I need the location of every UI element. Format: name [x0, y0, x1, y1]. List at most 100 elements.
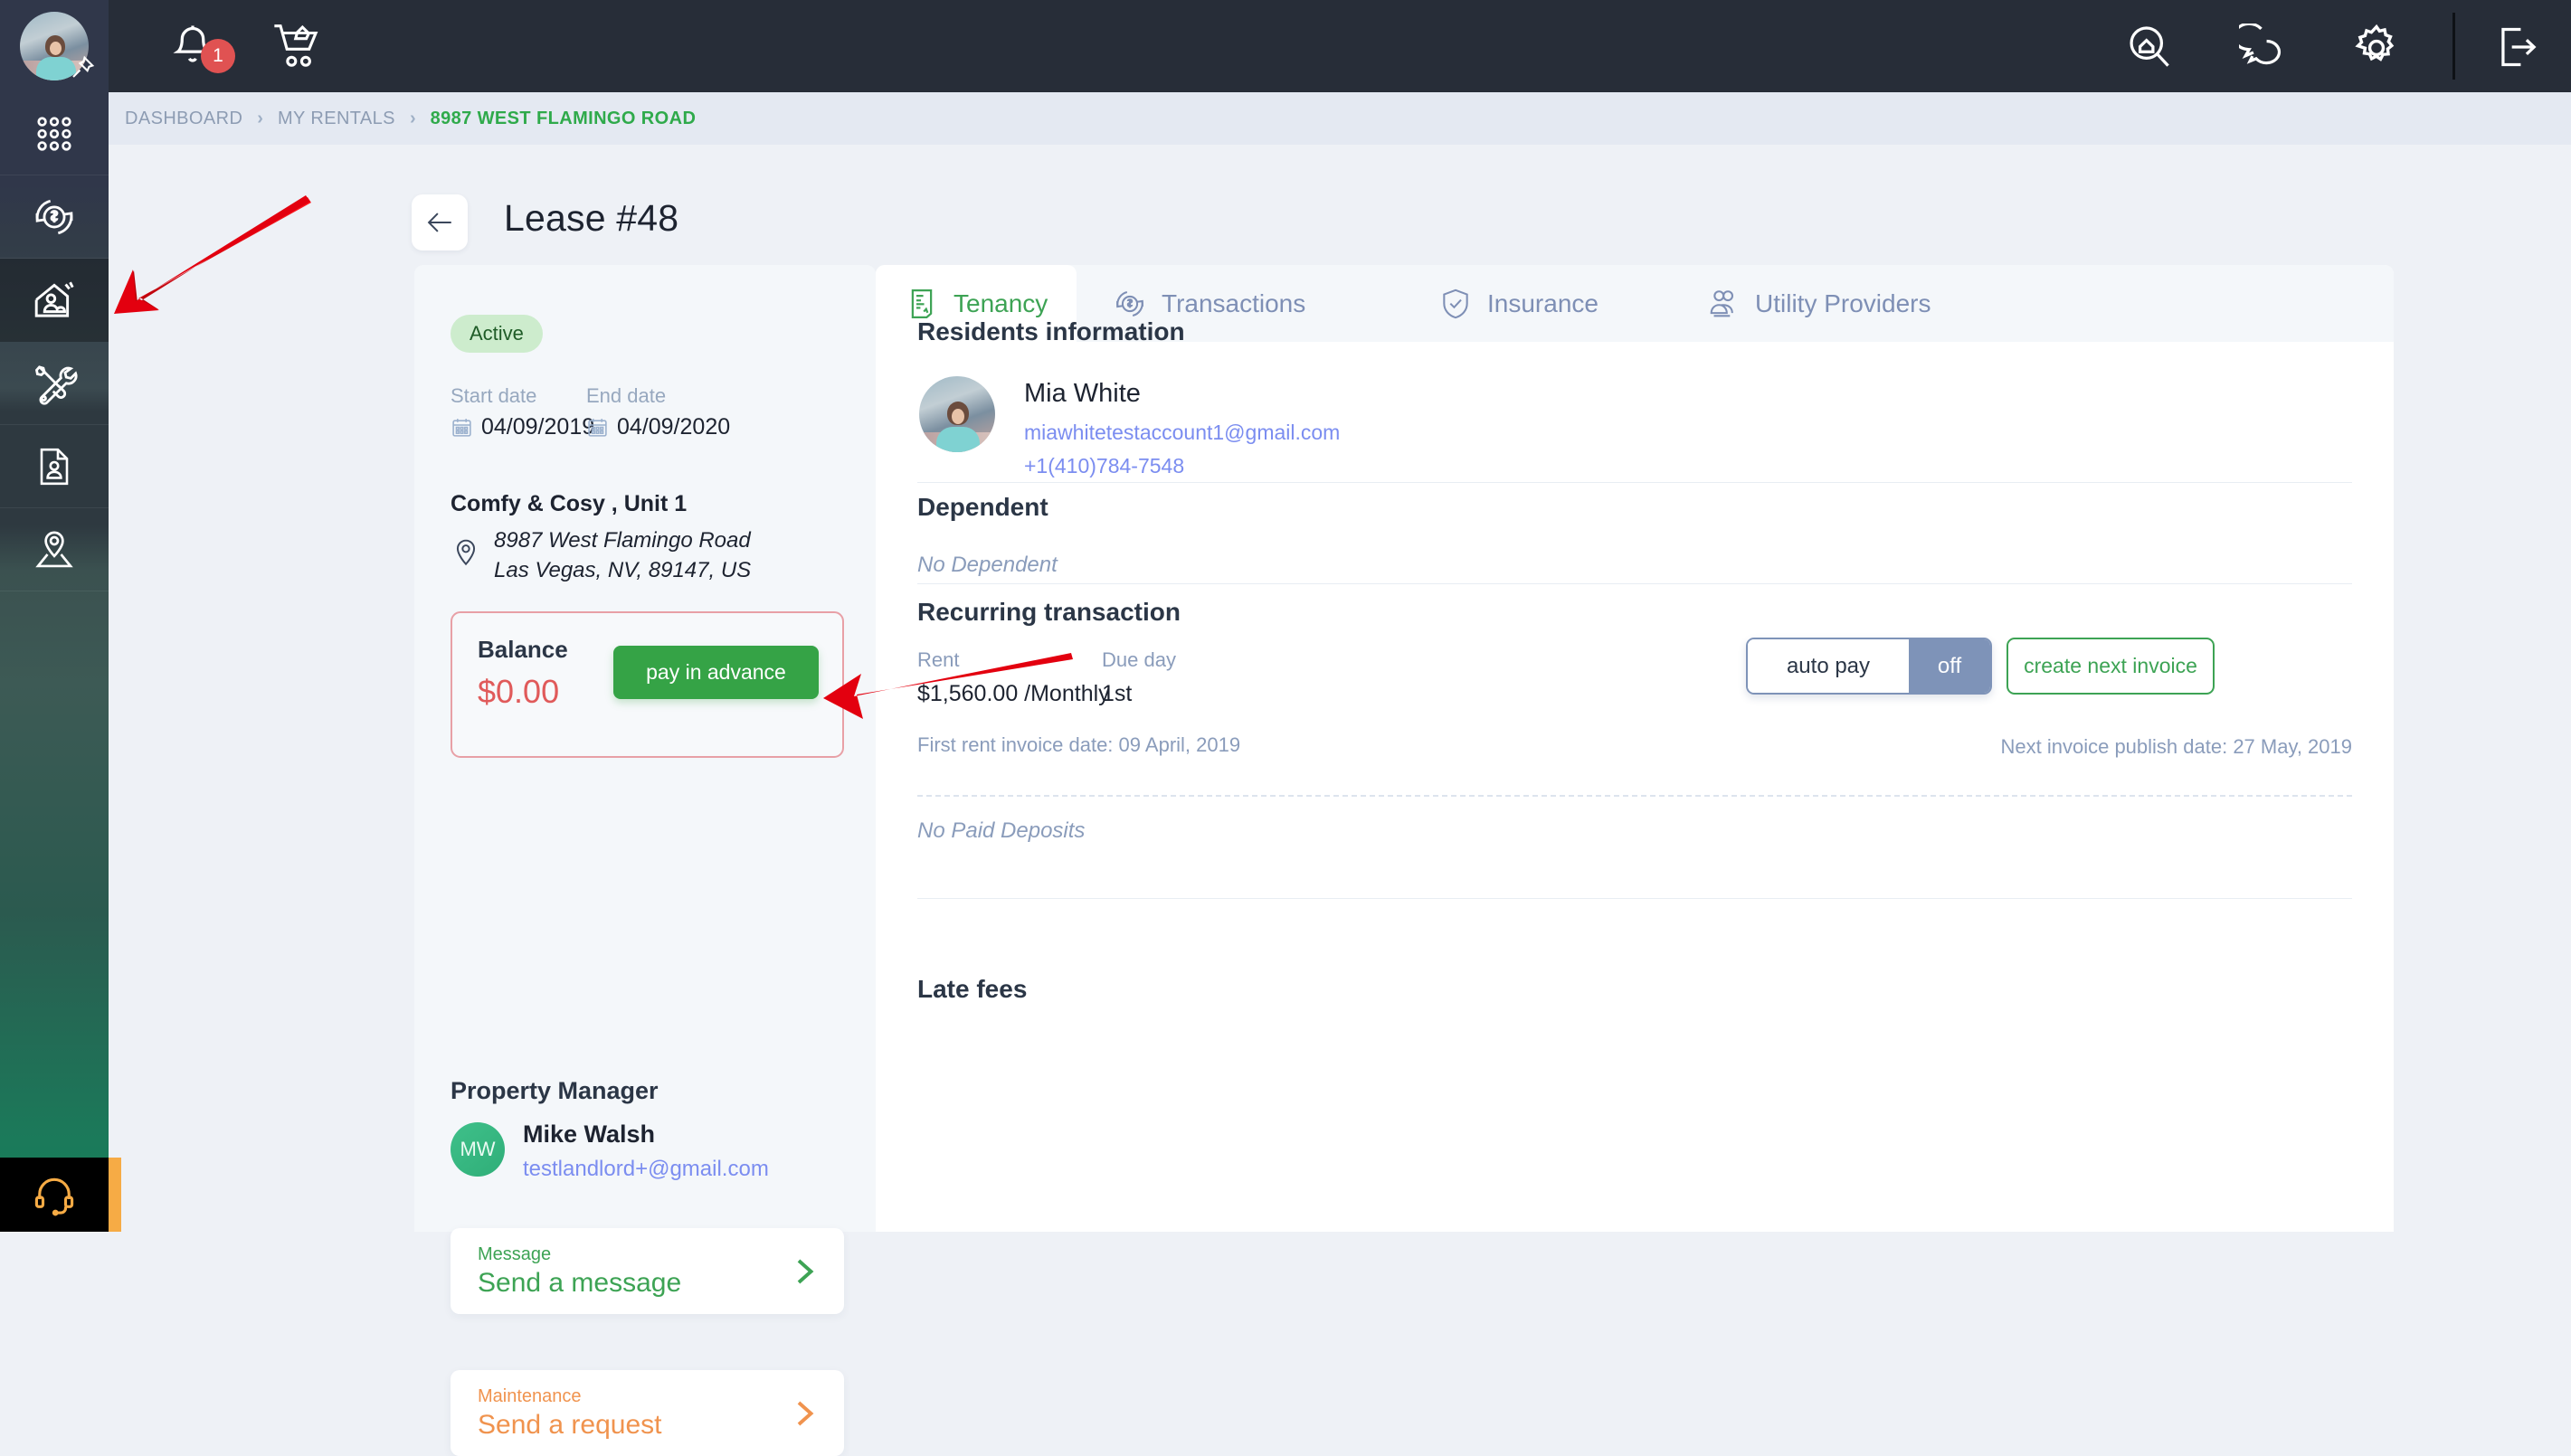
- message-card-action: Send a message: [478, 1268, 682, 1298]
- cart-icon[interactable]: [271, 20, 324, 72]
- map-location-icon: [35, 530, 73, 567]
- due-day-label: Due day: [1102, 648, 1176, 671]
- calendar-icon: [588, 419, 607, 437]
- chevron-right-icon: [797, 1259, 814, 1284]
- resident-phone[interactable]: +1(410)784-7548: [1024, 454, 1184, 478]
- search-home-icon[interactable]: [2126, 24, 2173, 71]
- end-date-label: End date: [586, 384, 667, 407]
- auto-pay-label: auto pay: [1748, 639, 1909, 693]
- maintenance-icon: [34, 364, 78, 405]
- residents-information-title: Residents information: [917, 317, 1185, 345]
- sidebar-item-map[interactable]: [0, 508, 109, 591]
- location-pin-icon: [456, 539, 476, 566]
- paid-deposits-empty-text: No Paid Deposits: [917, 818, 1086, 843]
- property-name: Comfy & Cosy , Unit 1: [451, 491, 688, 516]
- balance-card: Balance $0.00 pay in advance: [451, 611, 844, 758]
- chat-bubbles-icon[interactable]: [2239, 24, 2290, 72]
- tab-label: Transactions: [1162, 288, 1306, 317]
- calendar-icon: [452, 419, 471, 437]
- balance-label: Balance: [478, 636, 568, 663]
- top-bar: 1: [0, 0, 2571, 92]
- dependent-empty-text: No Dependent: [917, 553, 1058, 577]
- start-date-value: 04/09/2019: [481, 414, 595, 440]
- breadcrumb-separator: ›: [257, 108, 263, 128]
- maintenance-card-action: Send a request: [478, 1410, 662, 1440]
- section-divider-dashed: [917, 795, 2352, 797]
- tab-label: Insurance: [1487, 288, 1599, 317]
- tab-label: Tenancy: [953, 288, 1048, 317]
- page-title: Lease #48: [504, 197, 679, 239]
- document-lease-icon: [911, 288, 933, 318]
- sidebar-item-apps[interactable]: [0, 92, 109, 175]
- end-date-value: 04/09/2020: [617, 414, 731, 440]
- documents-icon: [40, 448, 69, 485]
- create-next-invoice-button[interactable]: create next invoice: [2007, 638, 2215, 695]
- gear-icon[interactable]: [2352, 24, 2401, 72]
- sidebar-item-transactions[interactable]: [0, 175, 109, 259]
- late-fees-title: Late fees: [917, 975, 1028, 1003]
- page-header: Lease #48: [109, 145, 2571, 258]
- chevron-right-icon: [797, 1401, 814, 1426]
- sidebar-item-my-rentals[interactable]: [0, 259, 109, 342]
- auto-pay-toggle[interactable]: auto pay off: [1746, 638, 1992, 695]
- section-divider: [917, 482, 2352, 483]
- address-line-1: 8987 West Flamingo Road: [494, 528, 751, 553]
- topbar-divider: [2452, 13, 2455, 80]
- pay-in-advance-button[interactable]: pay in advance: [613, 646, 819, 699]
- recurring-transaction-title: Recurring transaction: [917, 598, 1181, 626]
- logout-icon[interactable]: [2492, 24, 2539, 71]
- rent-label: Rent: [917, 648, 960, 671]
- apps-grid-icon: [37, 116, 71, 151]
- end-date-field: End date 04/09/2020: [586, 384, 730, 440]
- transactions-icon: [35, 199, 73, 234]
- tab-utility-providers[interactable]: Utility Providers: [1677, 265, 1959, 342]
- breadcrumb-item-dashboard[interactable]: DASHBOARD: [125, 109, 242, 129]
- breadcrumb-item-my-rentals[interactable]: MY RENTALS: [278, 109, 395, 129]
- start-date-field: Start date 04/09/2019: [451, 384, 594, 440]
- property-manager-email[interactable]: testlandlord+@gmail.com: [523, 1157, 769, 1182]
- section-divider: [917, 583, 2352, 584]
- maintenance-card-label: Maintenance: [478, 1386, 582, 1406]
- user-avatar-container[interactable]: [0, 0, 109, 92]
- section-divider: [917, 898, 2352, 899]
- arrow-left-icon: [427, 213, 451, 232]
- tab-insurance[interactable]: Insurance: [1409, 265, 1627, 342]
- resident-avatar: [919, 376, 995, 452]
- status-badge: Active: [451, 315, 543, 353]
- start-date-label: Start date: [451, 384, 537, 407]
- send-message-card[interactable]: Message Send a message: [451, 1228, 844, 1314]
- dollar-refresh-icon: [1116, 290, 1143, 317]
- tenancy-panel: Tenancy Transactions Insurance Utility P…: [876, 265, 2394, 1232]
- property-manager-avatar: MW: [451, 1122, 505, 1177]
- resident-name: Mia White: [1024, 379, 1141, 408]
- first-invoice-note: First rent invoice date: 09 April, 2019: [917, 733, 1241, 756]
- my-rentals-icon: [34, 281, 74, 317]
- send-request-card[interactable]: Maintenance Send a request: [451, 1370, 844, 1456]
- breadcrumb-item-current: 8987 WEST FLAMINGO ROAD: [430, 108, 697, 128]
- address-line-2: Las Vegas, NV, 89147, US: [494, 558, 752, 583]
- auto-pay-state[interactable]: off: [1909, 639, 1990, 693]
- property-address: 8987 West Flamingo Road Las Vegas, NV, 8…: [494, 525, 751, 585]
- lease-summary-card: Active Start date 04/09/2019 End date 04…: [414, 265, 876, 1456]
- headset-icon: [34, 1177, 74, 1216]
- sidebar-item-maintenance[interactable]: [0, 342, 109, 425]
- back-button[interactable]: [412, 194, 468, 251]
- sidebar-item-documents[interactable]: [0, 425, 109, 508]
- next-invoice-note: Next invoice publish date: 27 May, 2019: [2000, 735, 2353, 758]
- pin-icon[interactable]: [69, 54, 96, 81]
- shield-check-icon: [1443, 288, 1468, 318]
- breadcrumb-separator: ›: [409, 108, 416, 128]
- breadcrumb: DASHBOARD › MY RENTALS › 8987 WEST FLAMI…: [109, 92, 2571, 145]
- resident-email[interactable]: miawhitetestaccount1@gmail.com: [1024, 421, 1340, 445]
- rent-value: $1,560.00 /Monthly: [917, 681, 1110, 706]
- support-accent-bar: [109, 1158, 121, 1232]
- support-button[interactable]: [0, 1158, 109, 1232]
- people-group-icon: [1710, 289, 1734, 317]
- balance-value: $0.00: [478, 673, 560, 710]
- notification-badge[interactable]: 1: [201, 39, 235, 73]
- property-manager-name: Mike Walsh: [523, 1120, 656, 1148]
- property-manager-title: Property Manager: [451, 1077, 659, 1104]
- dependent-title: Dependent: [917, 493, 1048, 521]
- due-day-value: 1st: [1102, 681, 1133, 706]
- message-card-label: Message: [478, 1244, 552, 1264]
